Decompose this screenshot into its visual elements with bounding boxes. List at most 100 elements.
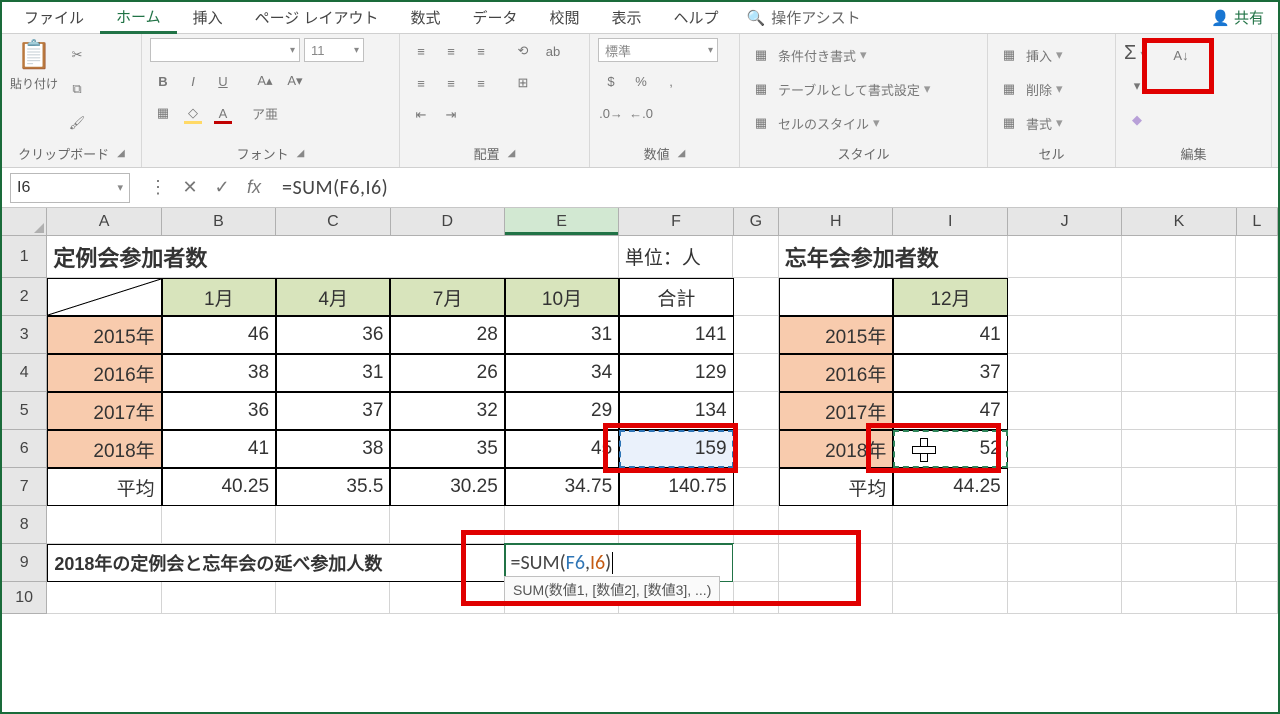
t1-v-0-0[interactable]: 46 xyxy=(162,316,276,354)
name-box[interactable]: I6 xyxy=(10,173,130,203)
clipboard-launcher[interactable]: ◢ xyxy=(117,148,125,159)
insert-cells-button[interactable]: ▦挿入 ▾ xyxy=(996,42,1063,68)
cell-styles-button[interactable]: ▦セルのスタイル ▾ xyxy=(748,110,880,136)
t2-v-1[interactable]: 37 xyxy=(893,354,1007,392)
column-header-E[interactable]: E xyxy=(505,208,619,235)
row-header-2[interactable]: 2 xyxy=(2,278,47,316)
cell[interactable] xyxy=(1008,582,1122,614)
tell-me-search[interactable]: 🔍 操作アシスト xyxy=(735,7,873,28)
wrap-text-button[interactable]: ab xyxy=(540,38,566,64)
bold-button[interactable]: B xyxy=(150,68,176,94)
column-header-L[interactable]: L xyxy=(1237,208,1278,235)
t1-v-3-1[interactable]: 38 xyxy=(276,430,390,468)
cell[interactable] xyxy=(1237,582,1279,614)
cell[interactable] xyxy=(505,506,619,544)
fx-button[interactable]: fx xyxy=(240,174,268,202)
grow-font-button[interactable]: A▴ xyxy=(252,68,278,94)
row-header-1[interactable]: 1 xyxy=(2,236,47,278)
conditional-formatting-button[interactable]: ▦条件付き書式 ▾ xyxy=(748,42,867,68)
t1-v-3-3[interactable]: 45 xyxy=(505,430,619,468)
column-header-A[interactable]: A xyxy=(47,208,161,235)
font-launcher[interactable]: ◢ xyxy=(297,148,305,159)
align-right[interactable]: ≡ xyxy=(468,70,494,96)
delete-cells-button[interactable]: ▦削除 ▾ xyxy=(996,76,1063,102)
align-top[interactable]: ≡ xyxy=(408,38,434,64)
cell[interactable] xyxy=(734,468,779,506)
format-as-table-button[interactable]: ▦テーブルとして書式設定 ▾ xyxy=(748,76,930,102)
cell[interactable] xyxy=(276,506,390,544)
t1-avg-4[interactable]: 140.75 xyxy=(619,468,733,506)
clear-button[interactable]: ◆ xyxy=(1124,107,1150,133)
t1-month-2[interactable]: 7月 xyxy=(390,278,504,316)
t1-month-1[interactable]: 4月 xyxy=(276,278,390,316)
t1-v-1-3[interactable]: 34 xyxy=(505,354,619,392)
t1-month-3[interactable]: 10月 xyxy=(505,278,619,316)
t1-avg-3[interactable]: 34.75 xyxy=(505,468,619,506)
decrease-decimal[interactable]: ←.0 xyxy=(628,100,654,126)
border-button[interactable]: ▦ xyxy=(150,100,176,126)
cell[interactable] xyxy=(162,582,276,614)
diag-header[interactable] xyxy=(47,278,161,316)
cell[interactable] xyxy=(390,506,504,544)
format-painter-button[interactable]: 🖌 xyxy=(64,110,90,136)
column-header-C[interactable]: C xyxy=(276,208,390,235)
cell[interactable] xyxy=(1008,236,1122,278)
cell[interactable] xyxy=(734,354,779,392)
cell[interactable] xyxy=(1008,278,1122,316)
tab-formulas[interactable]: 数式 xyxy=(394,3,456,32)
cell[interactable] xyxy=(1122,506,1236,544)
row-header-9[interactable]: 9 xyxy=(2,544,47,582)
t1-v-2-3[interactable]: 29 xyxy=(505,392,619,430)
tab-help[interactable]: ヘルプ xyxy=(658,3,735,32)
underline-button[interactable]: U xyxy=(210,68,236,94)
cell[interactable] xyxy=(1122,278,1236,316)
merge-button[interactable]: ⊞ xyxy=(510,70,536,96)
sort-filter-button[interactable]: A↓ xyxy=(1168,42,1194,68)
cell[interactable] xyxy=(1236,236,1278,278)
fill-color-button[interactable]: ◇ xyxy=(180,100,206,126)
blank[interactable] xyxy=(779,278,893,316)
title-table1[interactable]: 定例会参加者数 xyxy=(47,236,619,278)
cancel-formula-button[interactable]: ✕ xyxy=(176,174,204,202)
cell[interactable] xyxy=(779,544,893,582)
cell[interactable] xyxy=(162,506,276,544)
t1-v-1-1[interactable]: 31 xyxy=(276,354,390,392)
cell[interactable] xyxy=(1236,354,1278,392)
tab-home[interactable]: ホーム xyxy=(100,2,177,34)
t1-v-3-4[interactable]: 159 xyxy=(619,430,733,468)
column-header-H[interactable]: H xyxy=(779,208,893,235)
t1-avg-label[interactable]: 平均 xyxy=(47,468,161,506)
unit-label[interactable]: 単位：人 xyxy=(619,236,733,278)
column-header-K[interactable]: K xyxy=(1122,208,1236,235)
cell[interactable] xyxy=(47,506,161,544)
column-header-B[interactable]: B xyxy=(162,208,276,235)
tab-file[interactable]: ファイル xyxy=(8,3,100,32)
cell[interactable] xyxy=(1008,354,1122,392)
decrease-indent[interactable]: ⇤ xyxy=(408,102,434,128)
format-cells-button[interactable]: ▦書式 ▾ xyxy=(996,110,1063,136)
row-header-4[interactable]: 4 xyxy=(2,354,47,392)
increase-decimal[interactable]: .0→ xyxy=(598,100,624,126)
tab-data[interactable]: データ xyxy=(456,3,533,32)
cell[interactable] xyxy=(734,278,779,316)
t1-v-2-2[interactable]: 32 xyxy=(390,392,504,430)
t2-avg-0[interactable]: 44.25 xyxy=(893,468,1007,506)
t1-v-3-0[interactable]: 41 xyxy=(162,430,276,468)
t2-v-0[interactable]: 41 xyxy=(893,316,1007,354)
cell[interactable] xyxy=(734,430,779,468)
cell[interactable] xyxy=(1236,392,1278,430)
column-header-G[interactable]: G xyxy=(734,208,779,235)
t1-v-0-1[interactable]: 36 xyxy=(276,316,390,354)
row-header-6[interactable]: 6 xyxy=(2,430,47,468)
cell[interactable] xyxy=(1008,430,1122,468)
cell[interactable] xyxy=(779,582,893,614)
t1-v-3-2[interactable]: 35 xyxy=(390,430,504,468)
increase-indent[interactable]: ⇥ xyxy=(438,102,464,128)
t1-year-3[interactable]: 2018年 xyxy=(47,430,161,468)
fill-button[interactable]: ▾ xyxy=(1124,73,1150,99)
t2-month-0[interactable]: 12月 xyxy=(893,278,1007,316)
t1-avg-2[interactable]: 30.25 xyxy=(390,468,504,506)
t1-v-2-0[interactable]: 36 xyxy=(162,392,276,430)
cell[interactable] xyxy=(1236,278,1278,316)
cell[interactable] xyxy=(734,316,779,354)
